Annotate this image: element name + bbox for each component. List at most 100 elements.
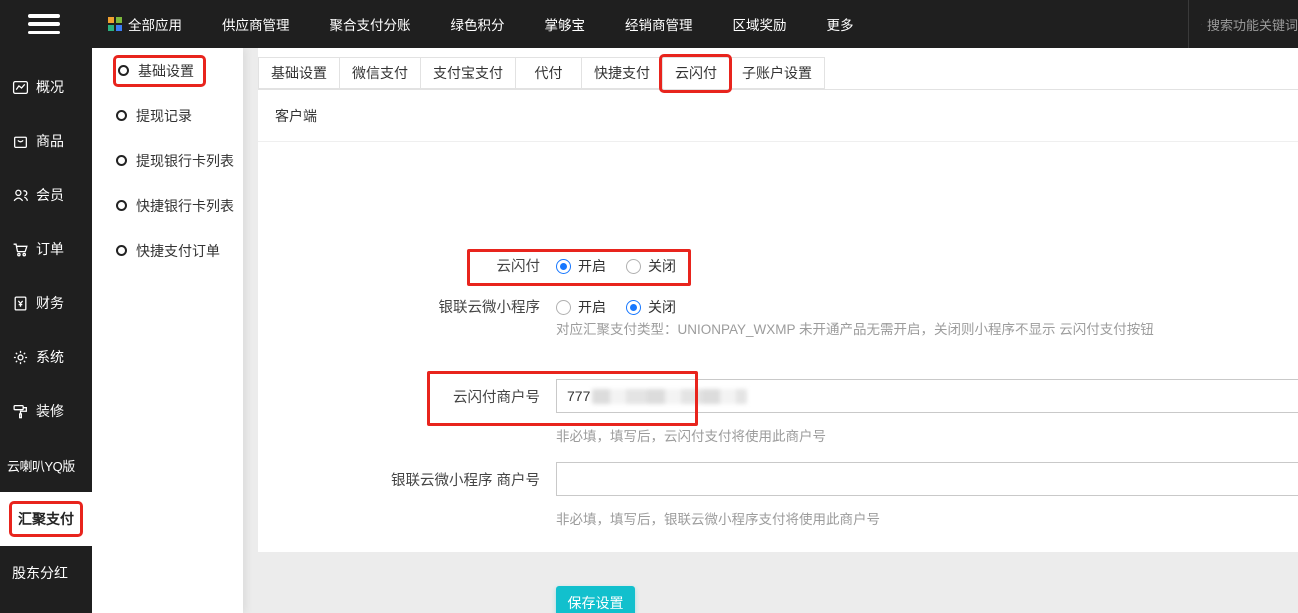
radio-unselected-icon <box>556 299 571 315</box>
main-panel: 基础设置 微信支付 支付宝支付 代付 快捷支付 云闪付 子账户设置 客户端 云闪… <box>258 48 1298 613</box>
client-subtab-row: 客户端 <box>258 90 1298 142</box>
redaction-blur <box>592 388 748 404</box>
tab-alipay[interactable]: 支付宝支付 <box>420 57 515 89</box>
circle-icon <box>116 155 127 166</box>
nav-region-reward[interactable]: 区域奖励 <box>733 14 787 34</box>
settings-tabs: 基础设置 微信支付 支付宝支付 代付 快捷支付 云闪付 子账户设置 <box>258 54 1298 93</box>
sidebar-item-label: 系统 <box>36 349 64 365</box>
save-settings-button[interactable]: 保存设置 <box>556 586 635 613</box>
radio-selected-icon <box>626 299 641 315</box>
submenu-label: 提现记录 <box>136 107 192 124</box>
nav-label: 更多 <box>826 18 854 33</box>
submenu-basic-settings[interactable]: 基础设置 <box>92 48 243 93</box>
nav-all-apps[interactable]: 全部应用 <box>108 14 182 34</box>
sidebar-item-huiju-pay[interactable]: 汇聚支付 <box>0 492 92 546</box>
nav-aggregate-pay-split[interactable]: 聚合支付分账 <box>330 14 411 34</box>
submenu-withdraw-bankcard-list[interactable]: 提现银行卡列表 <box>92 138 243 183</box>
tab-wechat-pay[interactable]: 微信支付 <box>339 57 420 89</box>
tab-daifu[interactable]: 代付 <box>515 57 581 89</box>
search-box[interactable]: 搜索功能关键词 <box>1188 0 1298 48</box>
radio-unionpay-on[interactable]: 开启 <box>556 256 606 276</box>
subtab-client[interactable]: 客户端 <box>275 108 317 124</box>
top-nav: 全部应用 供应商管理 聚合支付分账 绿色积分 掌够宝 经销商管理 区域奖励 更多 <box>108 14 854 34</box>
wxmp-merchant-no-input[interactable] <box>556 462 1298 496</box>
sidebar-item-label: 股东分红 <box>12 565 68 581</box>
nav-more[interactable]: 更多 <box>827 14 854 34</box>
sidebar-item-decorate[interactable]: 装修 <box>0 384 92 438</box>
sidebar-item-goods[interactable]: 商品 <box>0 114 92 168</box>
annotation-box-huiju-pay: 汇聚支付 <box>9 501 83 537</box>
app-grid-icon <box>108 17 122 31</box>
nav-label: 掌够宝 <box>544 18 586 33</box>
sidebar-item-yunlaba-yq[interactable]: 云喇叭YQ版 <box>0 438 92 492</box>
sidebar-item-label: 商品 <box>36 133 64 149</box>
nav-label: 全部应用 <box>128 18 182 33</box>
search-icon <box>1201 23 1202 25</box>
sidebar-item-shareholder-dividend[interactable]: 股东分红 <box>0 546 92 600</box>
sidebar-item-label: 云喇叭YQ版 <box>7 458 75 474</box>
field-label-wxmp-merchant-no: 银联云微小程序 商户号 <box>390 473 540 489</box>
nav-green-points[interactable]: 绿色积分 <box>451 14 505 34</box>
chart-icon <box>12 79 29 96</box>
sidebar-item-label: 装修 <box>36 403 64 419</box>
radio-label: 关闭 <box>648 258 676 274</box>
nav-label: 区域奖励 <box>732 18 787 33</box>
circle-icon <box>116 110 127 121</box>
submenu-quickpay-orders[interactable]: 快捷支付订单 <box>92 228 243 273</box>
radio-selected-icon <box>556 258 571 274</box>
search-placeholder: 搜索功能关键词 <box>1206 17 1298 33</box>
circle-icon <box>116 200 127 211</box>
nav-dealer-mgmt[interactable]: 经销商管理 <box>625 14 693 34</box>
unionpay-radio-group: 开启 关闭 <box>556 256 676 276</box>
sidebar-item-members[interactable]: 会员 <box>0 168 92 222</box>
sidebar-item-overview[interactable]: 概况 <box>0 60 92 114</box>
finance-icon <box>12 295 29 312</box>
top-navigation-bar: 全部应用 供应商管理 聚合支付分账 绿色积分 掌够宝 经销商管理 区域奖励 更多… <box>0 0 1298 48</box>
sidebar-item-label: 概况 <box>36 79 64 95</box>
circle-icon <box>118 65 129 76</box>
sidebar-item-label: 订单 <box>36 241 64 257</box>
sidebar-item-label: 汇聚支付 <box>18 511 74 527</box>
nav-supplier-mgmt[interactable]: 供应商管理 <box>222 14 290 34</box>
radio-wxmp-off[interactable]: 关闭 <box>626 297 676 317</box>
primary-sidebar: 概况 商品 会员 订单 财务 系统 装修 云喇叭YQ版 汇聚支付 股东分红 <box>0 48 92 613</box>
field-label-unionpay: 云闪付 <box>496 259 541 275</box>
annotation-box-basic-settings: 基础设置 <box>113 54 206 87</box>
radio-unselected-icon <box>626 258 641 274</box>
field-label-merchant-no: 云闪付商户号 <box>453 390 540 406</box>
merchant-no-input[interactable]: 777 <box>556 379 1298 413</box>
hamburger-menu-icon[interactable] <box>28 14 60 34</box>
sidebar-item-finance[interactable]: 财务 <box>0 276 92 330</box>
nav-label: 绿色积分 <box>450 18 505 33</box>
unionpay-settings-form: 云闪付 开启 关闭 银联云微小程序 开启 关闭 对应汇聚支付类型：UNIONPA… <box>258 142 1298 613</box>
nav-label: 聚合支付分账 <box>329 18 411 33</box>
merchant-no-value: 777 <box>567 388 591 404</box>
circle-icon <box>116 245 127 256</box>
tab-unionpay[interactable]: 云闪付 <box>659 54 732 93</box>
nav-label: 经销商管理 <box>625 18 693 33</box>
field-help-text: 非必填，填写后，银联云微小程序支付将使用此商户号 <box>556 512 880 527</box>
tab-basic-settings[interactable]: 基础设置 <box>258 57 339 89</box>
submenu-label: 提现银行卡列表 <box>136 152 234 169</box>
sidebar-item-label: 会员 <box>36 187 64 203</box>
radio-unionpay-off[interactable]: 关闭 <box>626 256 676 276</box>
sidebar-item-system[interactable]: 系统 <box>0 330 92 384</box>
radio-label: 开启 <box>578 258 606 274</box>
submenu-quickpay-bankcard-list[interactable]: 快捷银行卡列表 <box>92 183 243 228</box>
wxmp-radio-group: 开启 关闭 <box>556 297 676 317</box>
submenu-label: 快捷支付订单 <box>136 242 220 259</box>
nav-label: 供应商管理 <box>222 18 290 33</box>
field-help-text: 对应汇聚支付类型：UNIONPAY_WXMP 未开通产品无需开启，关闭则小程序不… <box>556 322 1154 337</box>
radio-wxmp-on[interactable]: 开启 <box>556 297 606 317</box>
sidebar-item-orders[interactable]: 订单 <box>0 222 92 276</box>
goods-icon <box>12 133 29 150</box>
radio-label: 开启 <box>578 299 606 315</box>
submenu-withdraw-records[interactable]: 提现记录 <box>92 93 243 138</box>
nav-zhanggoubao[interactable]: 掌够宝 <box>545 14 586 34</box>
paint-roller-icon <box>12 403 29 420</box>
tab-quick-pay[interactable]: 快捷支付 <box>581 57 662 89</box>
submenu-label: 快捷银行卡列表 <box>136 197 234 214</box>
tab-subaccount-settings[interactable]: 子账户设置 <box>729 57 825 89</box>
gear-icon <box>12 349 29 366</box>
secondary-sidebar: 基础设置 提现记录 提现银行卡列表 快捷银行卡列表 快捷支付订单 <box>92 48 243 613</box>
